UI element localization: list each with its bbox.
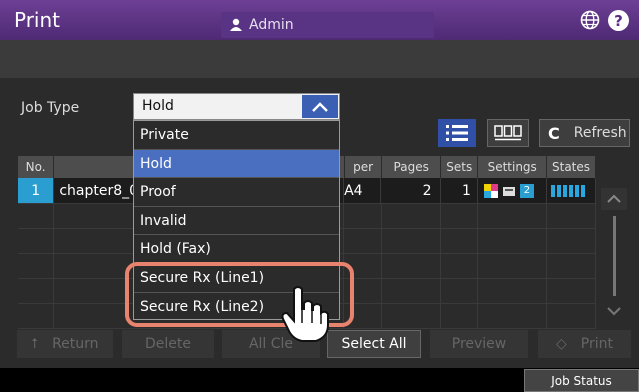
list-view-button[interactable] <box>438 119 476 147</box>
row-settings: 2 <box>478 178 547 203</box>
delete-button[interactable]: Delete <box>122 330 214 358</box>
option-hold[interactable]: Hold <box>134 149 339 179</box>
refresh-icon: C <box>548 123 560 143</box>
scroll-track[interactable] <box>613 216 616 296</box>
status-bars-icon <box>550 184 585 197</box>
return-button[interactable]: ⭡ Return <box>17 330 113 358</box>
option-hold-fax[interactable]: Hold (Fax) <box>134 235 339 264</box>
scrollbar[interactable] <box>601 188 629 328</box>
job-type-label: Job Type <box>21 100 80 116</box>
row-pages: 2 <box>381 178 441 203</box>
col-pages: Pages <box>382 156 442 178</box>
globe-icon[interactable] <box>580 10 600 30</box>
job-type-select[interactable]: Hold <box>133 93 340 120</box>
row-paper: A4 <box>344 178 382 203</box>
print-button[interactable]: ◇ Print <box>538 330 631 358</box>
col-no: No. <box>18 156 55 178</box>
print-screen: Print Admin ? Job Type Hold Private Hold… <box>0 0 639 392</box>
row-states <box>547 178 596 203</box>
row-number: 1 <box>18 178 55 203</box>
row-sets: 1 <box>441 178 478 203</box>
print-icon: ◇ <box>556 336 567 352</box>
pointing-hand-icon <box>281 286 329 342</box>
help-icon[interactable]: ? <box>608 10 629 31</box>
option-invalid[interactable]: Invalid <box>134 207 339 236</box>
user-name: Admin <box>249 17 294 33</box>
option-proof[interactable]: Proof <box>134 178 339 207</box>
user-indicator: Admin <box>221 12 434 38</box>
return-icon: ⭡ <box>31 336 39 352</box>
job-status-button[interactable]: Job Status <box>524 369 639 392</box>
duplex-icon <box>502 186 515 196</box>
col-paper: per <box>345 156 383 178</box>
print-label: Print <box>580 336 613 352</box>
col-states: States <box>547 156 597 178</box>
option-private[interactable]: Private <box>134 121 339 150</box>
message-bar <box>0 40 639 78</box>
col-settings: Settings <box>478 156 547 178</box>
thumbnail-view-button[interactable] <box>487 119 529 147</box>
chevron-up-icon[interactable] <box>302 95 338 118</box>
return-label: Return <box>52 336 99 352</box>
job-type-selected: Hold <box>142 98 174 114</box>
color-icon <box>483 183 498 198</box>
col-sets: Sets <box>441 156 479 178</box>
user-icon <box>230 18 242 31</box>
scroll-down-icon[interactable] <box>601 300 627 322</box>
title-bar: Print Admin ? <box>0 0 639 40</box>
refresh-button[interactable]: C Refresh <box>539 119 630 147</box>
preview-button[interactable]: Preview <box>430 330 528 358</box>
scroll-up-icon[interactable] <box>601 188 627 210</box>
refresh-label: Refresh <box>573 125 627 141</box>
copies-badge: 2 <box>519 183 534 198</box>
page-title: Print <box>14 8 61 32</box>
select-all-button[interactable]: Select All <box>327 330 421 358</box>
thumbnail-icon <box>494 125 522 141</box>
list-icon <box>446 125 468 141</box>
